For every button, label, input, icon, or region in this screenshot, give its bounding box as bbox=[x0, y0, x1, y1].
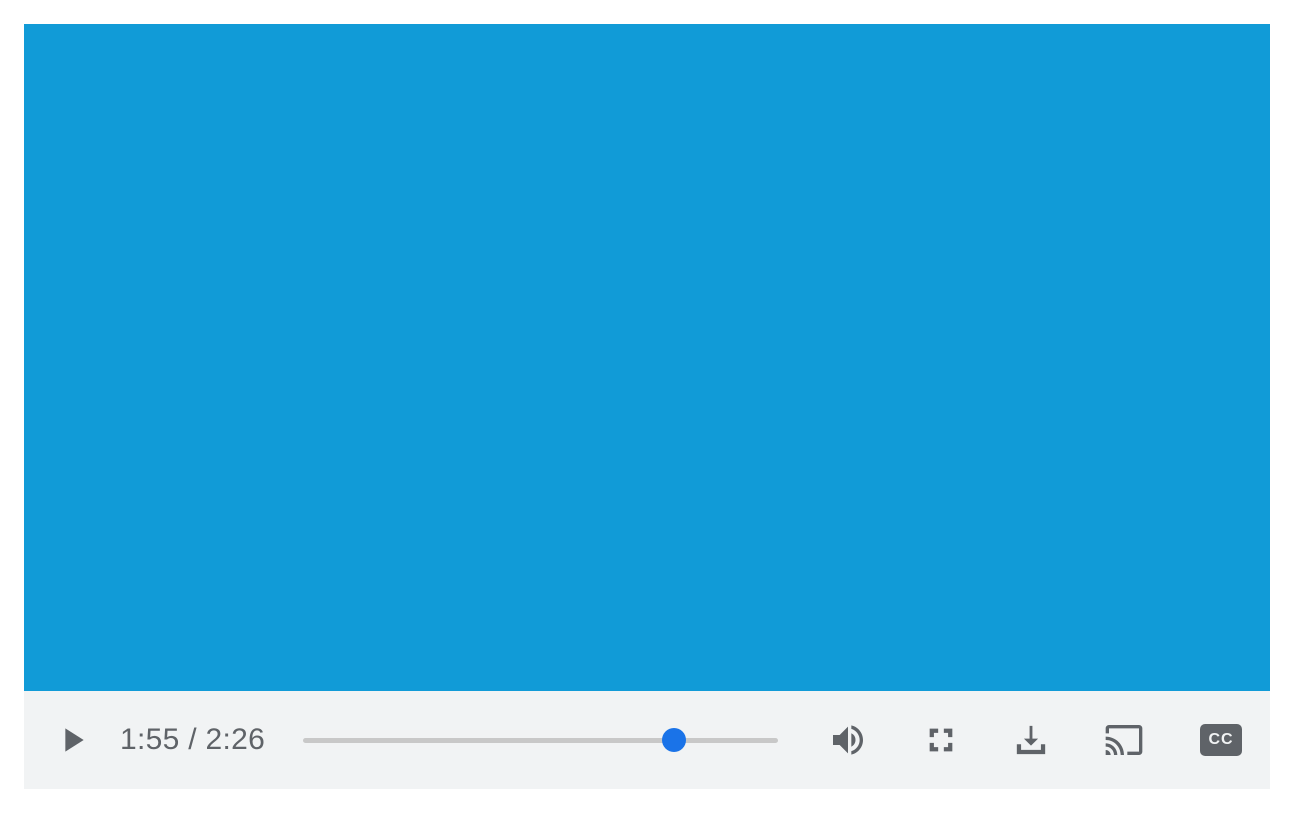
fullscreen-button[interactable] bbox=[924, 723, 958, 757]
fullscreen-icon bbox=[924, 723, 958, 757]
time-separator: / bbox=[180, 723, 206, 756]
closed-captions-icon: CC bbox=[1208, 731, 1233, 749]
cast-button[interactable] bbox=[1104, 720, 1144, 760]
progress-slider[interactable] bbox=[303, 728, 778, 752]
current-time: 1:55 bbox=[120, 723, 180, 756]
download-button[interactable] bbox=[1014, 723, 1048, 757]
video-surface[interactable] bbox=[24, 24, 1270, 691]
time-display: 1:55 / 2:26 bbox=[120, 723, 265, 757]
play-icon bbox=[52, 720, 92, 760]
progress-thumb[interactable] bbox=[662, 728, 686, 752]
right-controls-group: CC bbox=[828, 720, 1242, 760]
volume-icon bbox=[828, 720, 868, 760]
cast-icon bbox=[1104, 720, 1144, 760]
download-icon bbox=[1014, 723, 1048, 757]
video-controls-bar: 1:55 / 2:26 bbox=[24, 691, 1270, 789]
play-button[interactable] bbox=[52, 720, 92, 760]
volume-button[interactable] bbox=[828, 720, 868, 760]
video-player: 1:55 / 2:26 bbox=[24, 24, 1270, 789]
progress-track bbox=[303, 738, 778, 743]
captions-button[interactable]: CC bbox=[1200, 724, 1242, 756]
duration-time: 2:26 bbox=[206, 723, 266, 756]
